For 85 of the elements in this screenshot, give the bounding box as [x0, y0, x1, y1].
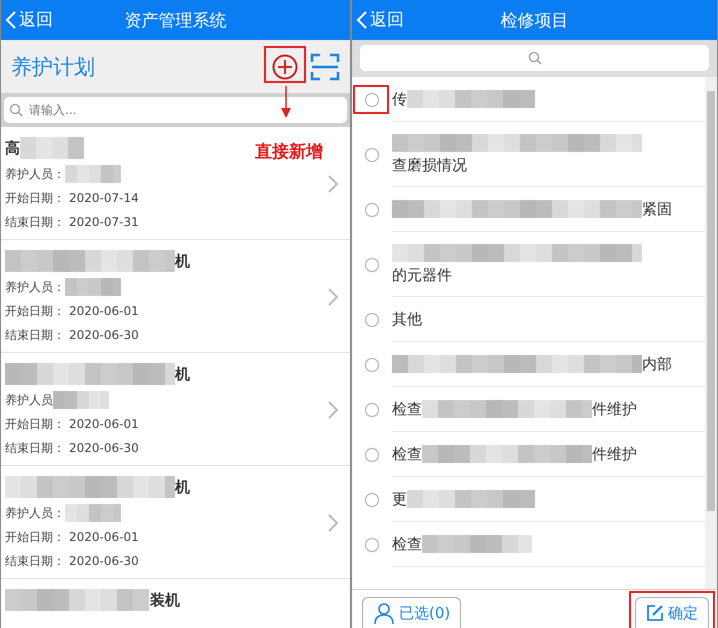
plan-card[interactable]: 机 养护人员： 开始日期： 2020-06-01 结束日期： 2020-06-30: [1, 240, 350, 353]
field-label: 结束日期：: [5, 552, 65, 570]
item-text: 检查: [392, 534, 422, 554]
field-label: 结束日期：: [5, 214, 65, 230]
confirm-button[interactable]: 确定: [635, 597, 709, 628]
back-button[interactable]: 返回: [356, 8, 404, 31]
plan-card[interactable]: 机 养护人员 开始日期： 2020-06-01 结束日期： 2020-06-30: [1, 353, 350, 466]
arrow-icon: [281, 86, 291, 118]
radio-button[interactable]: [365, 538, 379, 552]
item-text: 检查: [392, 400, 422, 418]
radio-button[interactable]: [365, 148, 379, 162]
screen-title: 资产管理系统: [124, 10, 226, 32]
record-title: 装机: [150, 590, 180, 610]
field-value: 2020-06-30: [69, 554, 139, 568]
highlight-frame: [264, 46, 306, 83]
radio-button[interactable]: [365, 402, 379, 416]
field-label: 结束日期：: [5, 440, 65, 456]
item-text: 传: [392, 90, 407, 108]
item-text: 件维护: [592, 444, 637, 464]
field-value: 2020-06-01: [69, 530, 139, 544]
back-button[interactable]: 返回: [5, 8, 53, 31]
plan-card[interactable]: 机 养护人员： 开始日期： 2020-06-01 结束日期： 2020-06-30: [1, 466, 350, 579]
field-label: 开始日期：: [5, 302, 65, 320]
record-title: 机: [175, 252, 190, 270]
field-value: 2020-07-31: [69, 215, 139, 229]
checklist-item[interactable]: 更: [352, 477, 705, 522]
scan-icon[interactable]: [310, 52, 340, 80]
search-field[interactable]: 请输入...: [4, 97, 347, 123]
chevron-icon: [328, 175, 338, 193]
scrollbar[interactable]: [705, 77, 717, 589]
person-icon: [373, 602, 395, 624]
field-value: 2020-06-01: [69, 417, 139, 431]
field-value: 2020-07-14: [69, 191, 139, 205]
item-text: 件维护: [592, 400, 637, 418]
item-text: 检查: [392, 444, 422, 464]
field-label: 养护人员：: [5, 278, 65, 296]
checklist-item[interactable]: 检查 件维护: [352, 432, 705, 477]
radio-button[interactable]: [365, 358, 379, 372]
radio-button[interactable]: [365, 492, 379, 506]
item-text: 内部: [642, 354, 672, 374]
edit-icon: [646, 604, 664, 622]
page-title: 养护计划: [11, 54, 96, 80]
plan-card[interactable]: 装机: [1, 579, 350, 628]
checklist-item[interactable]: 紧固: [352, 187, 705, 232]
checklist-item[interactable]: 的元器件: [352, 232, 705, 297]
record-title: 机: [175, 364, 190, 384]
radio-button[interactable]: [365, 312, 379, 326]
item-text: 其他: [392, 310, 422, 328]
checklist-item[interactable]: 传: [352, 77, 705, 122]
add-icon[interactable]: [272, 54, 298, 80]
field-label: 开始日期：: [5, 190, 65, 206]
field-value: 2020-06-30: [69, 441, 139, 455]
field-label: 开始日期：: [5, 416, 65, 432]
item-text: 更: [392, 490, 407, 508]
back-icon: [5, 10, 17, 28]
record-title: 高: [5, 138, 20, 158]
checklist-item[interactable]: 检查: [352, 522, 705, 567]
annotation-text: 直接新增: [255, 140, 323, 163]
field-label: 开始日期：: [5, 528, 65, 546]
search-icon: [528, 51, 542, 65]
checklist-item[interactable]: 查磨损情况: [352, 122, 705, 187]
checklist-item[interactable]: 检查 件维护: [352, 387, 705, 432]
radio-button[interactable]: [365, 92, 379, 106]
chevron-icon: [328, 401, 338, 419]
radio-button[interactable]: [365, 258, 379, 272]
field-value: 2020-06-30: [69, 328, 139, 342]
record-title: 机: [175, 478, 190, 496]
field-label: 养护人员：: [5, 166, 65, 182]
chevron-icon: [328, 514, 338, 532]
checklist-item[interactable]: 内部: [352, 342, 705, 387]
field-label: 结束日期：: [5, 326, 65, 344]
radio-button[interactable]: [365, 448, 379, 462]
field-value: 2020-06-01: [69, 304, 139, 318]
back-icon: [356, 10, 368, 28]
field-label: 养护人员: [5, 392, 53, 408]
screen-title: 检修项目: [500, 10, 568, 32]
search-field[interactable]: [360, 45, 709, 71]
search-icon: [9, 103, 23, 117]
field-label: 养护人员：: [5, 504, 65, 522]
selected-button[interactable]: 已选(0): [362, 597, 462, 628]
item-text: 的元器件: [392, 266, 453, 284]
radio-button[interactable]: [365, 202, 379, 216]
item-text: 紧固: [642, 200, 672, 218]
item-text: 查磨损情况: [392, 156, 468, 174]
chevron-icon: [328, 288, 338, 306]
